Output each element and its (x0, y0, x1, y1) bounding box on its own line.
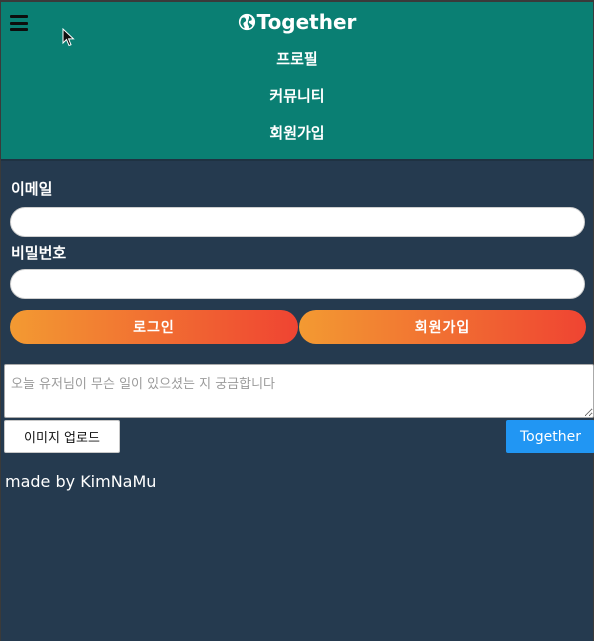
password-input[interactable] (10, 269, 585, 299)
login-button[interactable]: 로그인 (10, 310, 298, 344)
signup-button[interactable]: 회원가입 (299, 310, 586, 344)
app-window: Together 프로필 커뮤니티 회원가입 이메일 비밀번호 로그인 회원가입… (0, 0, 594, 641)
nav-item-signup[interactable]: 회원가입 (1, 122, 593, 143)
brand-name: Together (256, 10, 357, 34)
globe-icon (238, 13, 255, 31)
password-label: 비밀번호 (11, 244, 67, 262)
email-input[interactable] (10, 207, 585, 237)
brand-logo[interactable]: Together (1, 10, 593, 36)
nav-item-profile[interactable]: 프로필 (1, 48, 593, 69)
together-submit-button[interactable]: Together (506, 420, 594, 453)
nav-item-community[interactable]: 커뮤니티 (1, 85, 593, 106)
mouse-cursor-icon (62, 28, 75, 47)
footer-credit: made by KimNaMu (5, 472, 157, 491)
post-textarea[interactable] (4, 364, 594, 418)
image-upload-button[interactable]: 이미지 업로드 (4, 420, 120, 453)
top-header: Together 프로필 커뮤니티 회원가입 (1, 2, 593, 161)
email-label: 이메일 (11, 180, 53, 198)
